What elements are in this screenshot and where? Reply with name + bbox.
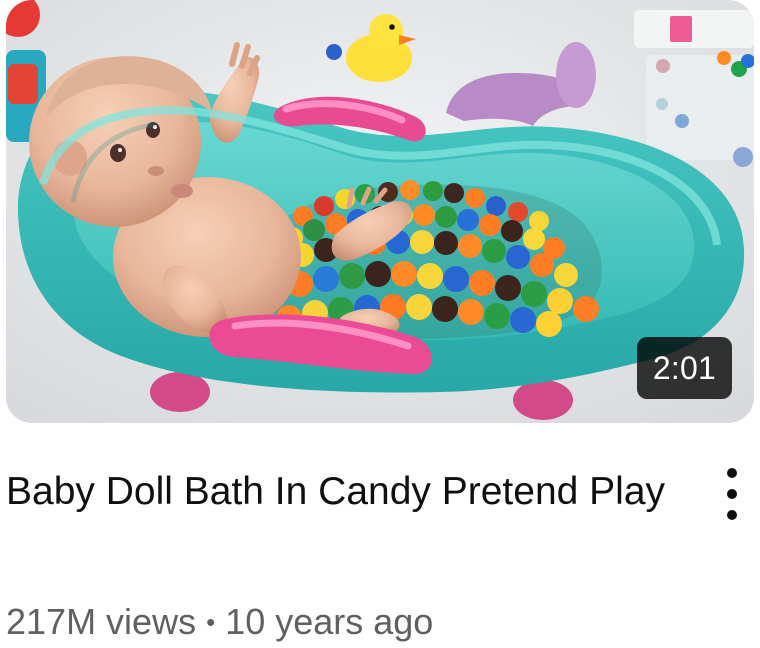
video-metadata: 217M views • 10 years ago xyxy=(6,598,433,648)
metadata-separator: • xyxy=(206,607,216,638)
more-actions-button[interactable] xyxy=(704,463,760,525)
video-title[interactable]: Baby Doll Bath In Candy Pretend Play xyxy=(6,462,686,521)
view-count: 217M views xyxy=(6,601,197,642)
video-thumbnail[interactable]: 2:01 xyxy=(6,0,754,423)
vertical-ellipsis-icon xyxy=(727,468,737,520)
upload-age: 10 years ago xyxy=(225,601,434,642)
video-duration-badge: 2:01 xyxy=(636,337,732,399)
